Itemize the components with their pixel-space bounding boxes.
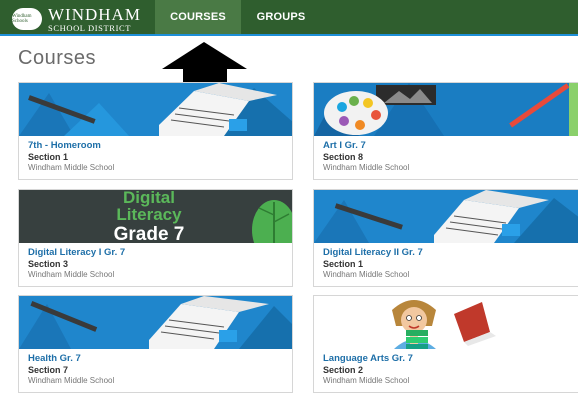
course-school: Windham Middle School: [28, 270, 115, 279]
course-card-digital-literacy-1[interactable]: Digital Literacy Grade 7 Digital Literac…: [18, 189, 293, 287]
course-card-homeroom[interactable]: 7th - Homeroom Section 1 Windham Middle …: [18, 82, 293, 180]
course-title[interactable]: 7th - Homeroom: [28, 140, 286, 152]
book-illustration-icon: [314, 190, 578, 243]
course-school: Windham Middle School: [323, 376, 410, 385]
district-seal-icon: Windham Schools: [12, 8, 42, 31]
course-title[interactable]: Health Gr. 7: [28, 353, 286, 365]
course-card-health[interactable]: Health Gr. 7 Section 7 Windham Middle Sc…: [18, 295, 293, 393]
course-section: Section 7: [28, 365, 69, 375]
course-card-art[interactable]: Art I Gr. 7 Section 8 Windham Middle Sch…: [313, 82, 578, 180]
course-section: Section 1: [28, 152, 69, 162]
district-logo[interactable]: Windham Schools WINDHAM SCHOOL DISTRICT: [12, 6, 141, 33]
course-section: Section 8: [323, 152, 364, 162]
course-title[interactable]: Art I Gr. 7: [323, 140, 578, 152]
logo-subtitle: SCHOOL DISTRICT: [48, 23, 132, 33]
course-school: Windham Middle School: [323, 163, 410, 172]
tab-courses[interactable]: COURSES: [155, 0, 241, 34]
course-school: Windham Middle School: [323, 270, 410, 279]
course-card-language-arts[interactable]: Language Arts Gr. 7 Section 2 Windham Mi…: [313, 295, 578, 393]
top-navigation-bar: Windham Schools WINDHAM SCHOOL DISTRICT …: [0, 0, 578, 36]
course-card-digital-literacy-2[interactable]: Digital Literacy II Gr. 7 Section 1 Wind…: [313, 189, 578, 287]
book-illustration-icon: [19, 296, 292, 349]
paint-palette-icon: [314, 83, 578, 136]
reader-with-books-icon: [314, 296, 578, 349]
banner-word-3: Grade 7: [114, 224, 185, 243]
course-section: Section 3: [28, 259, 69, 269]
banner-word-2: Literacy: [116, 205, 182, 224]
course-section: Section 1: [323, 259, 364, 269]
course-school: Windham Middle School: [28, 376, 115, 385]
digital-literacy-banner: Digital Literacy Grade 7: [19, 190, 292, 243]
course-title[interactable]: Digital Literacy I Gr. 7: [28, 247, 286, 259]
course-section: Section 2: [323, 365, 364, 375]
book-illustration-icon: [19, 83, 292, 136]
course-title[interactable]: Digital Literacy II Gr. 7: [323, 247, 578, 259]
course-title[interactable]: Language Arts Gr. 7: [323, 353, 578, 365]
logo-name: WINDHAM: [48, 5, 141, 24]
course-school: Windham Middle School: [28, 163, 115, 172]
tab-groups[interactable]: GROUPS: [243, 0, 319, 34]
page-title: Courses: [18, 47, 96, 69]
